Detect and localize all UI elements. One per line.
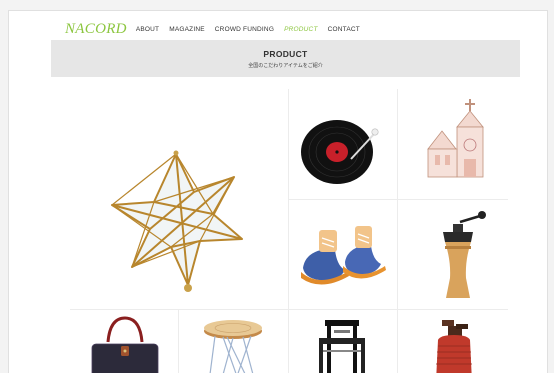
page-frame: NACORD ABOUT MAGAZINE CROWD FUNDING PROD… (8, 10, 548, 373)
product-card-coffee-grinder[interactable] (398, 200, 508, 309)
page-title: PRODUCT (263, 49, 308, 59)
nav-magazine[interactable]: MAGAZINE (169, 26, 205, 33)
castle-lamp-icon (427, 99, 484, 178)
logo[interactable]: NACORD (65, 21, 127, 38)
product-grid (70, 89, 508, 373)
product-card-wooden-stool[interactable] (179, 310, 288, 373)
product-card-chair[interactable] (289, 310, 397, 373)
page-header-banner: PRODUCT 全国のこだわりアイテムをご紹介 (51, 40, 520, 77)
product-card-baby-shoes[interactable] (289, 200, 397, 309)
record-plate-icon (301, 120, 379, 184)
wooden-stool-icon (204, 320, 262, 373)
product-card-castle-lamp[interactable] (398, 89, 508, 199)
nav-product[interactable]: PRODUCT (284, 26, 318, 33)
product-card-star-ornament[interactable] (70, 89, 288, 309)
nav-contact[interactable]: CONTACT (328, 26, 360, 33)
brass-star-ornament-icon (111, 150, 243, 292)
global-nav: NACORD ABOUT MAGAZINE CROWD FUNDING PROD… (65, 19, 370, 39)
coffee-grinder-icon (443, 211, 486, 298)
product-card-red-vase[interactable] (398, 310, 508, 373)
product-card-knit-bag[interactable] (70, 310, 178, 373)
nav-crowd-funding[interactable]: CROWD FUNDING (215, 26, 274, 33)
product-card-record-plate[interactable] (289, 89, 397, 199)
nav-about[interactable]: ABOUT (136, 26, 159, 33)
page-subtitle: 全国のこだわりアイテムをご紹介 (248, 63, 323, 69)
red-vase-icon (436, 320, 472, 373)
baby-shoes-icon (301, 226, 386, 285)
knit-bag-icon (91, 316, 159, 373)
chair-icon (319, 320, 365, 373)
